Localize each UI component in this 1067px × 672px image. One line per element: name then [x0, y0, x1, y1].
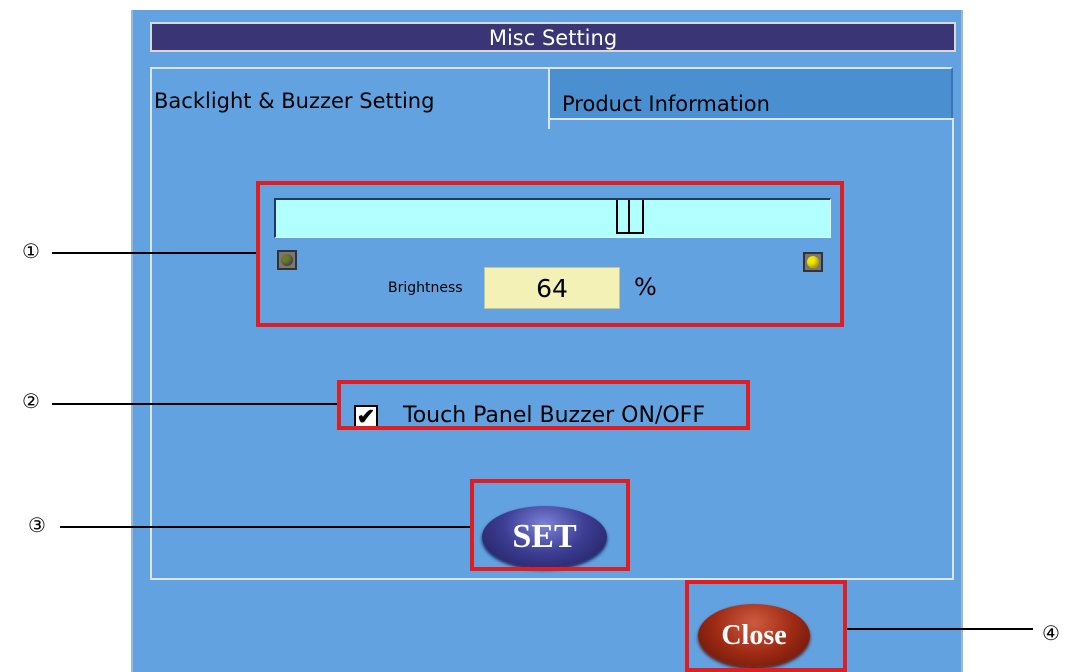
highlight-set	[470, 479, 630, 571]
callout-1: ①	[22, 239, 40, 263]
highlight-close	[685, 580, 847, 672]
window-title: Misc Setting	[150, 22, 956, 52]
tab-panel-border	[548, 118, 954, 120]
callout-4-line	[847, 628, 1033, 630]
callout-2-line	[52, 403, 337, 405]
callout-4: ④	[1042, 621, 1060, 645]
highlight-buzzer	[337, 380, 750, 430]
callout-2: ②	[22, 389, 40, 413]
tab-product-information[interactable]: Product Information	[550, 67, 953, 119]
misc-setting-window: Misc Setting Backlight & Buzzer Setting …	[131, 10, 963, 672]
callout-3: ③	[28, 513, 46, 537]
callout-3-line	[60, 526, 470, 528]
highlight-brightness	[256, 181, 844, 327]
callout-1-line	[52, 252, 256, 254]
